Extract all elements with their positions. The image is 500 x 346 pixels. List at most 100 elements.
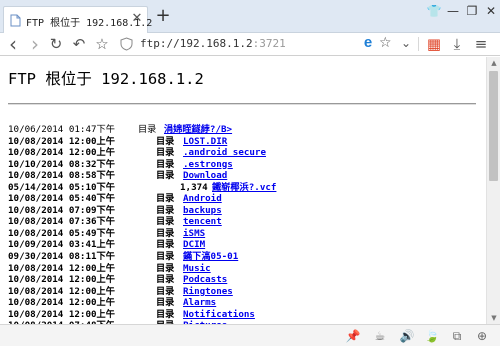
file-link[interactable]: 鐵崭椰浜?.vcf <box>212 182 276 194</box>
entry-size: 1,374 <box>180 181 208 193</box>
url-text[interactable]: ftp://192.168.1.2:3721 <box>140 37 286 50</box>
directory-link[interactable]: backups <box>183 205 222 217</box>
directory-link[interactable]: tencent <box>183 216 222 228</box>
entry-type: 目录 <box>156 204 175 216</box>
scroll-down-icon[interactable]: ▼ <box>487 312 500 324</box>
entry-date: 10/08/2014 12:00上午 <box>8 285 115 297</box>
listing-row: 10/08/2014 12:00上午 目录 Notifications <box>8 309 483 321</box>
entry-type: 目录 <box>156 262 175 274</box>
zoom-icon[interactable]: ⊕ <box>474 329 490 343</box>
new-tab-button[interactable]: + <box>155 7 171 25</box>
listing-row: 10/10/2014 08:32下午 目录 .estrongs <box>8 159 483 171</box>
parent-row: 10/06/2014 01:47下午 目录 涓婂眰鐩綍?/B> <box>8 124 483 136</box>
download-icon[interactable]: ⤓ <box>448 35 466 53</box>
scroll-up-icon[interactable]: ▲ <box>487 57 500 69</box>
menu-icon[interactable]: ≡ <box>472 35 490 53</box>
restore-icon[interactable]: ❐ <box>464 4 480 18</box>
entry-date: 10/08/2014 05:40下午 <box>8 193 115 205</box>
entry-type: 目录 <box>156 158 175 170</box>
entry-date: 10/10/2014 08:32下午 <box>8 158 115 170</box>
directory-link[interactable]: Alarms <box>183 297 216 309</box>
entry-date: 10/08/2014 12:00上午 <box>8 262 115 274</box>
favorite-button[interactable]: ☆ <box>93 35 111 53</box>
entry-type: 目录 <box>138 124 157 135</box>
page-title: FTP 根位于 192.168.1.2 <box>8 70 204 88</box>
directory-listing: 10/06/2014 01:47下午 目录 涓婂眰鐩綍?/B> 10/08/20… <box>8 124 483 324</box>
directory-link[interactable]: 鏋下滈05-01 <box>183 251 238 263</box>
listing-row: 10/08/2014 05:49下午 目录 iSMS <box>8 228 483 240</box>
entry-date: 10/08/2014 07:36下午 <box>8 216 115 228</box>
shield-icon <box>120 37 133 51</box>
entry-date: 10/08/2014 12:00上午 <box>8 297 115 309</box>
directory-link[interactable]: LOST.DIR <box>183 136 227 148</box>
directory-link[interactable]: .estrongs <box>183 159 233 171</box>
tab-ftp[interactable]: FTP 根位于 192.168.1.2 ✕ <box>3 6 152 33</box>
entry-type: 目录 <box>156 170 175 182</box>
listing-row: 10/08/2014 07:09下午 目录 backups <box>8 205 483 217</box>
back-button[interactable]: ‹ <box>4 34 22 54</box>
listing-row: 10/08/2014 08:58下午 目录 Download <box>8 170 483 182</box>
address-bar[interactable]: ftp://192.168.1.2:3721 e ☆ ⌄ <box>116 34 416 54</box>
undo-button[interactable]: ↶ <box>70 35 88 53</box>
page-icon <box>10 14 21 27</box>
entry-date: 10/08/2014 12:00上午 <box>8 147 115 159</box>
listing-row: 10/08/2014 05:40下午 目录 Android <box>8 193 483 205</box>
directory-link[interactable]: Ringtones <box>183 286 233 298</box>
entry-date: 05/14/2014 05:10下午 <box>8 181 115 193</box>
entry-type: 目录 <box>156 227 175 239</box>
chevron-down-icon[interactable]: ⌄ <box>401 35 411 51</box>
entry-date: 10/09/2014 03:41上午 <box>8 239 115 251</box>
entry-type: 目录 <box>156 274 175 286</box>
parent-directory-link[interactable]: 涓婂眰鐩綍?/B> <box>164 124 232 136</box>
shirt-icon[interactable]: 👕 <box>426 4 442 18</box>
entry-date: 10/08/2014 08:58下午 <box>8 170 115 182</box>
entry-type: 目录 <box>156 308 175 320</box>
directory-link[interactable]: Android <box>183 193 222 205</box>
listing-row: 10/08/2014 12:00上午 目录 LOST.DIR <box>8 136 483 148</box>
entry-date: 10/08/2014 05:49下午 <box>8 227 115 239</box>
tab-close-icon[interactable]: ✕ <box>130 12 144 26</box>
page-content: FTP 根位于 192.168.1.2 10/06/2014 01:47下午 目… <box>0 57 486 324</box>
sound-icon[interactable]: 🔊 <box>399 329 415 343</box>
apps-grid-icon[interactable]: ▦ <box>425 35 443 53</box>
directory-link[interactable]: DCIM <box>183 239 205 251</box>
listing-row: 10/08/2014 07:36下午 目录 tencent <box>8 216 483 228</box>
cup-icon[interactable]: ☕ <box>372 329 388 343</box>
split-icon[interactable]: ⧉ <box>449 329 465 343</box>
close-window-icon[interactable]: ✕ <box>483 4 499 18</box>
directory-link[interactable]: Download <box>183 170 227 182</box>
listing-row: 09/30/2014 08:11下午 目录 鏋下滈05-01 <box>8 251 483 263</box>
entry-type: 目录 <box>156 135 175 147</box>
entry-type: 目录 <box>156 297 175 309</box>
listing-row: 10/08/2014 12:00上午 目录 Music <box>8 263 483 275</box>
directory-link[interactable]: Notifications <box>183 309 255 321</box>
directory-link[interactable]: iSMS <box>183 228 205 240</box>
directory-link[interactable]: Podcasts <box>183 274 227 286</box>
status-bar: 📌 ☕ 🔊 🍃 ⧉ ⊕ <box>0 324 500 346</box>
minimize-icon[interactable]: — <box>445 4 461 18</box>
entry-type: 目录 <box>156 193 175 205</box>
pin-icon[interactable]: 📌 <box>345 329 361 343</box>
entry-date: 10/06/2014 01:47下午 <box>8 124 115 135</box>
leaf-icon[interactable]: 🍃 <box>424 329 440 343</box>
bookmark-star-icon[interactable]: ☆ <box>379 35 392 51</box>
directory-link[interactable]: Music <box>183 263 211 275</box>
search-engine-icon[interactable]: e <box>360 35 376 51</box>
listing-row: 10/09/2014 03:41上午 目录 DCIM <box>8 239 483 251</box>
listing-row: 10/08/2014 12:00上午 目录 .android_secure <box>8 147 483 159</box>
scroll-thumb[interactable] <box>489 71 498 181</box>
navigation-bar: ‹ › ↻ ↶ ☆ ftp://192.168.1.2:3721 e ☆ ⌄ ▦… <box>0 33 500 56</box>
directory-link[interactable]: .android_secure <box>183 147 266 159</box>
listing-row: 05/14/2014 05:10下午 1,374 鐵崭椰浜?.vcf <box>8 182 483 194</box>
tab-bar: FTP 根位于 192.168.1.2 ✕ + 👕 — ❐ ✕ <box>0 0 500 33</box>
entry-date: 09/30/2014 08:11下午 <box>8 251 115 263</box>
forward-button[interactable]: › <box>26 34 44 54</box>
toolbar-divider <box>418 37 419 51</box>
reload-button[interactable]: ↻ <box>47 35 65 53</box>
entry-type: 目录 <box>156 147 175 159</box>
listing-row: 10/08/2014 12:00上午 目录 Alarms <box>8 297 483 309</box>
entry-type: 目录 <box>156 239 175 251</box>
entry-type: 目录 <box>156 285 175 297</box>
entry-type: 目录 <box>156 251 175 263</box>
vertical-scrollbar[interactable]: ▲ ▼ <box>486 57 500 324</box>
